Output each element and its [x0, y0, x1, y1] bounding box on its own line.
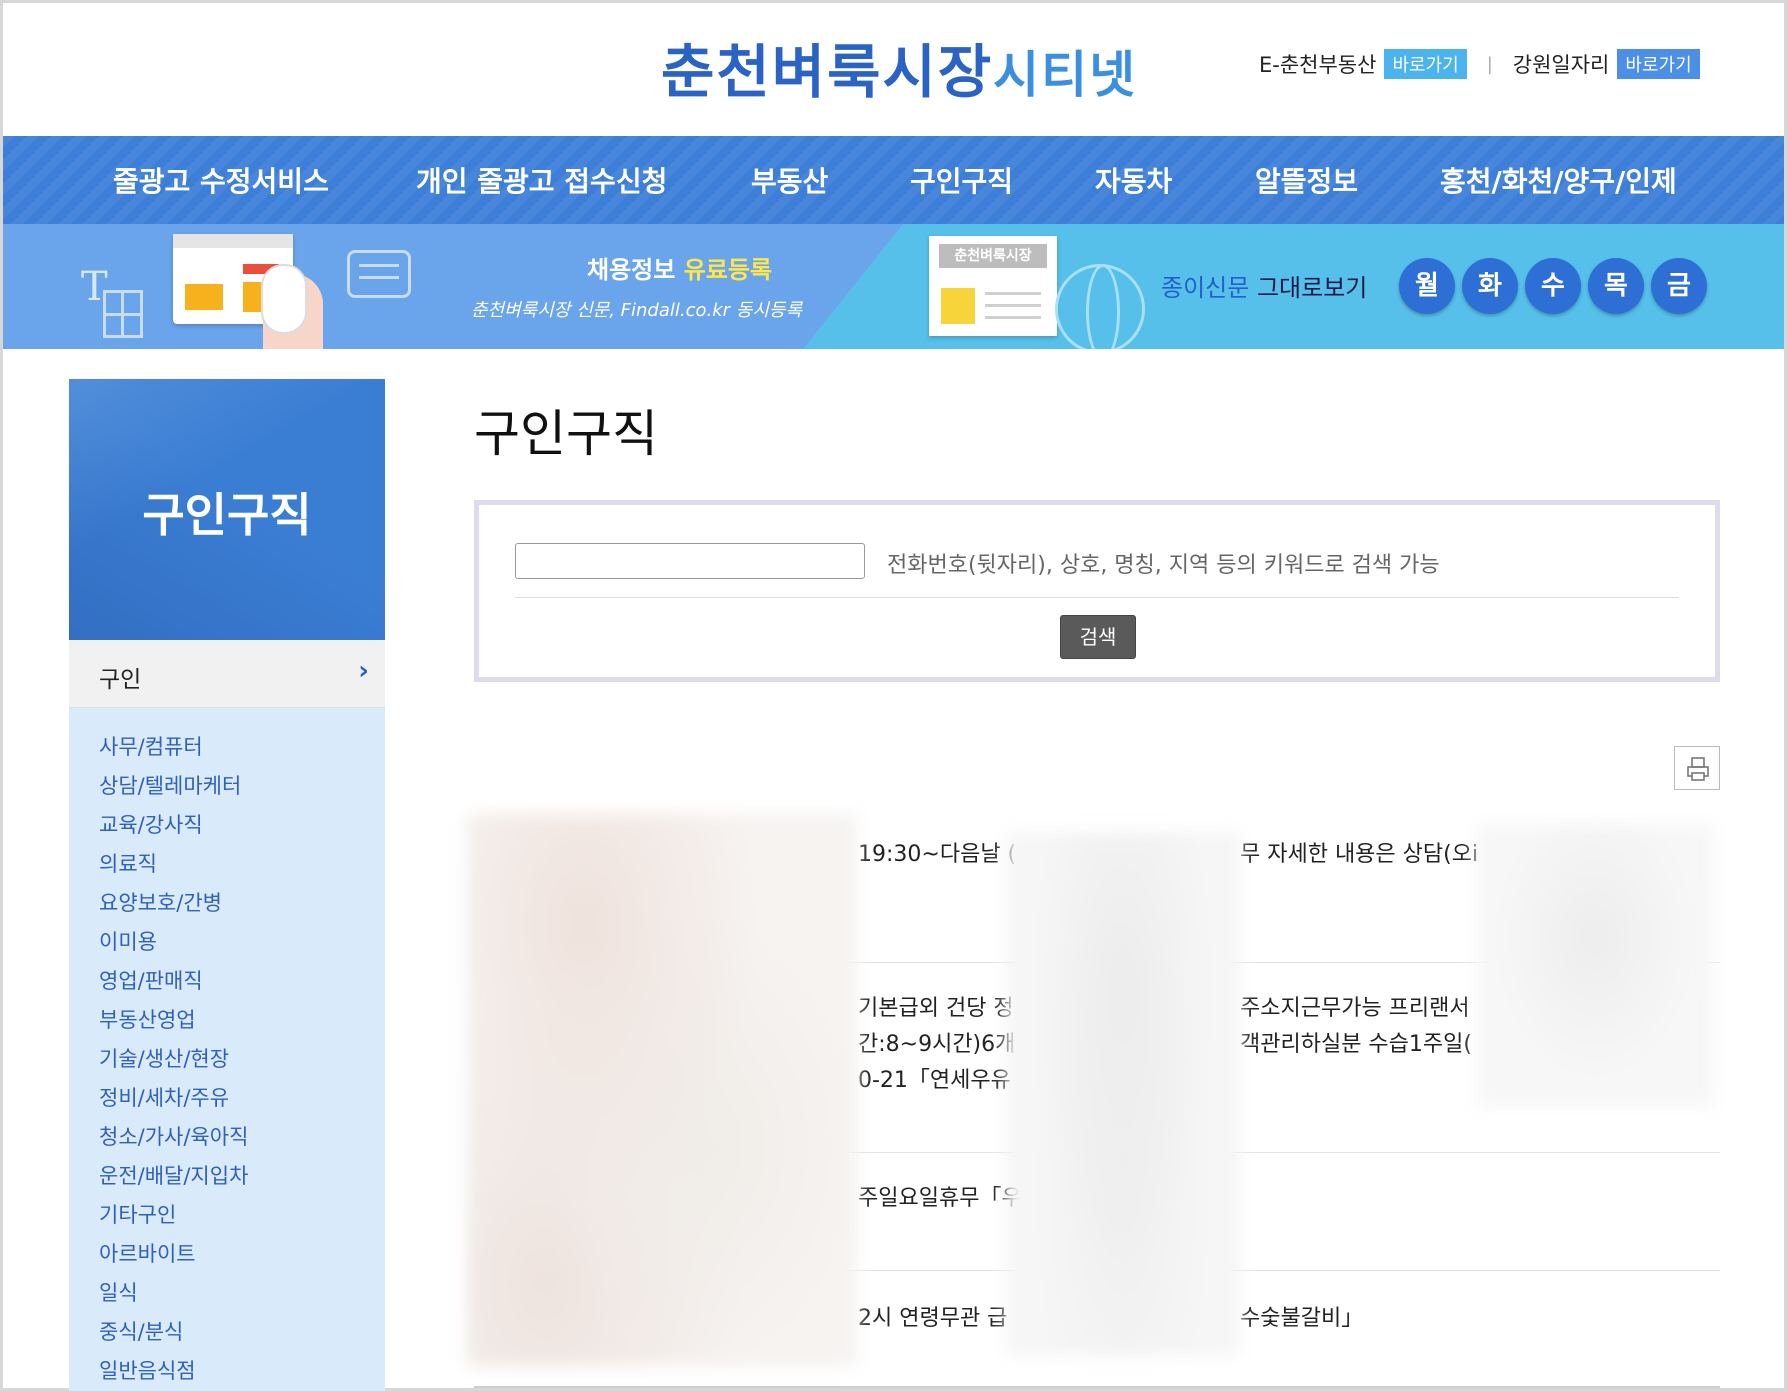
newspaper-icon: 춘천벼룩시장	[929, 236, 1057, 336]
search-button[interactable]: 검색	[1060, 615, 1136, 659]
promo-banner: T 채용정보 유료등록 춘천벼룩시장 신문, Findall.co.kr 동시등…	[3, 224, 1784, 349]
sidebar-item-sales[interactable]: 영업/판매직	[69, 962, 385, 1001]
chat-bubble-icon	[347, 250, 411, 298]
print-button[interactable]	[1674, 746, 1720, 790]
nav-item-jobs[interactable]: 구인구직	[910, 160, 1013, 200]
day-button-thu[interactable]: 목	[1588, 258, 1644, 314]
sidebar-item-care[interactable]: 요양보호/간병	[69, 884, 385, 923]
sidebar-item-cleaning[interactable]: 청소/가사/육아직	[69, 1118, 385, 1157]
day-button-mon[interactable]: 월	[1399, 258, 1455, 314]
list-bottom-border	[474, 1386, 1720, 1388]
newspaper-header: 춘천벼룩시장	[939, 244, 1047, 268]
main-nav: 줄광고 수정서비스 개인 줄광고 접수신청 부동산 구인구직 자동차 알뜰정보 …	[3, 136, 1784, 224]
logo-sub-text: 시티넷	[993, 46, 1138, 104]
sidebar-item-technical[interactable]: 기술/생산/현장	[69, 1040, 385, 1079]
nav-item-personal-ad[interactable]: 개인 줄광고 접수신청	[416, 160, 667, 200]
sidebar-current-label: 구인	[99, 667, 142, 693]
sidebar-item-japanese[interactable]: 일식	[69, 1274, 385, 1313]
listing-fragment: 주소지근무가능 프리랜서	[1240, 996, 1470, 1021]
banner-title: 채용정보 유료등록	[587, 256, 773, 284]
day-button-fri[interactable]: 금	[1651, 258, 1707, 314]
nav-item-realestate[interactable]: 부동산	[751, 160, 828, 200]
blurred-region	[1006, 832, 1240, 1356]
banner-job-registration[interactable]: T 채용정보 유료등록 춘천벼룩시장 신문, Findall.co.kr 동시등…	[3, 224, 903, 349]
globe-icon	[1055, 264, 1145, 349]
banner-subtitle: 춘천벼룩시장 신문, Findall.co.kr 동시등록	[471, 300, 803, 321]
listing-fragment: 수숯불갈비」	[1240, 1306, 1364, 1331]
banner-title-highlight: 유료등록	[683, 256, 773, 284]
listing-fragment: 0-21「연세우유	[858, 1068, 1011, 1093]
link-separator: |	[1486, 53, 1493, 75]
page-title: 구인구직	[474, 405, 658, 463]
mouse-icon	[261, 264, 307, 334]
nav-item-regions[interactable]: 홍천/화천/양구/인제	[1440, 160, 1677, 200]
printer-icon	[1687, 757, 1709, 781]
sidebar-item-realestate-sales[interactable]: 부동산영업	[69, 1001, 385, 1040]
link-gangwon-jobs[interactable]: 강원일자리	[1513, 49, 1610, 79]
search-input[interactable]	[515, 543, 865, 579]
top-links: E-춘천부동산 바로가기 | 강원일자리 바로가기	[1259, 49, 1700, 79]
day-button-wed[interactable]: 수	[1525, 258, 1581, 314]
goto-badge-jobs[interactable]: 바로가기	[1617, 49, 1700, 79]
paper-view-link[interactable]: 종이신문 그대로보기	[1161, 268, 1367, 303]
blurred-region	[467, 814, 857, 1366]
link-chuncheon-realestate[interactable]: E-춘천부동산	[1259, 49, 1376, 79]
search-divider	[515, 597, 1679, 598]
listing-fragment: 2시 연령무관 급	[858, 1306, 1008, 1331]
goto-badge-realestate[interactable]: 바로가기	[1384, 49, 1467, 79]
sidebar-item-other[interactable]: 기타구인	[69, 1196, 385, 1235]
sidebar-item-education[interactable]: 교육/강사직	[69, 806, 385, 845]
search-hint: 전화번호(뒷자리), 상호, 명칭, 지역 등의 키워드로 검색 가능	[887, 553, 1440, 578]
sidebar-item-office[interactable]: 사무/컴퓨터	[69, 728, 385, 767]
sidebar-item-parttime[interactable]: 아르바이트	[69, 1235, 385, 1274]
nav-item-line-ad-edit[interactable]: 줄광고 수정서비스	[113, 160, 329, 200]
sidebar-header: 구인구직	[69, 379, 385, 640]
sidebar-title: 구인구직	[142, 488, 312, 542]
listing-fragment: 객관리하실분 수습1주일(	[1240, 1032, 1472, 1057]
site-logo[interactable]: 춘천벼룩시장시티넷	[661, 25, 1137, 109]
listing-fragment: 무 자세한 내용은 상담(오i	[1240, 842, 1479, 867]
sidebar-item-driving[interactable]: 운전/배달/지입차	[69, 1157, 385, 1196]
logo-main-text: 춘천벼룩시장	[661, 38, 994, 106]
day-button-tue[interactable]: 화	[1462, 258, 1518, 314]
sidebar-item-beauty[interactable]: 이미용	[69, 923, 385, 962]
sidebar-list: 사무/컴퓨터 상담/텔레마케터 교육/강사직 의료직 요양보호/간병 이미용 영…	[69, 708, 385, 1391]
search-panel: 전화번호(뒷자리), 상호, 명칭, 지역 등의 키워드로 검색 가능 검색	[474, 500, 1720, 682]
listing-fragment: 기본급외 건당 정	[858, 996, 1014, 1021]
chevron-right-icon: ›	[358, 656, 369, 686]
listing-fragment: 19:30~다음날 (	[858, 842, 1017, 867]
nav-item-bargain-info[interactable]: 알뜰정보	[1255, 160, 1358, 200]
listing-fragment: 간:8~9시간)6개	[858, 1032, 1016, 1057]
site-header: 춘천벼룩시장시티넷 E-춘천부동산 바로가기 | 강원일자리 바로가기	[3, 3, 1784, 136]
sidebar-item-chinese[interactable]: 중식/분식	[69, 1313, 385, 1352]
nav-item-cars[interactable]: 자동차	[1095, 160, 1172, 200]
blurred-region	[1476, 824, 1714, 1108]
sidebar-item-medical[interactable]: 의료직	[69, 845, 385, 884]
table-icon	[103, 290, 143, 338]
sidebar-item-telemarketing[interactable]: 상담/텔레마케터	[69, 767, 385, 806]
listing-fragment: 주일요일휴무「우	[858, 1186, 1022, 1211]
weekday-buttons: 월 화 수 목 금	[1399, 258, 1714, 314]
sidebar-item-maintenance[interactable]: 정비/세차/주유	[69, 1079, 385, 1118]
sidebar-item-restaurant[interactable]: 일반음식점	[69, 1352, 385, 1391]
sidebar-current-category[interactable]: 구인 ›	[69, 640, 385, 708]
